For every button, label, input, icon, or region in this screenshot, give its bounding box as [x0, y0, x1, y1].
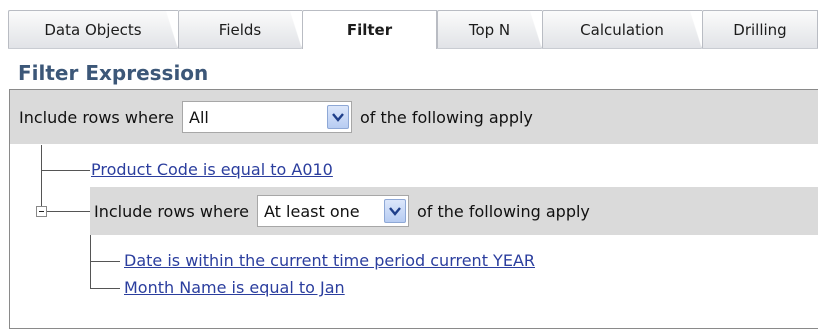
minus-box-icon[interactable] — [36, 206, 47, 217]
tab-top-n[interactable]: Top N — [437, 10, 542, 49]
tree-line — [90, 261, 120, 262]
chevron-down-icon — [384, 199, 406, 223]
root-group-suffix: of the following apply — [360, 107, 533, 127]
tab-drilling[interactable]: Drilling — [702, 10, 818, 48]
condition-link[interactable]: Date is within the current time period c… — [124, 251, 535, 270]
nested-group-prefix: Include rows where — [94, 201, 249, 221]
tree-line — [41, 145, 42, 206]
tab-label: Data Objects — [44, 20, 142, 39]
nested-group-select[interactable]: At least one — [257, 195, 409, 227]
tab-label: Top N — [468, 20, 511, 39]
tree-line — [41, 170, 90, 171]
nested-group-select-value: At least one — [264, 201, 360, 221]
condition-link[interactable]: Product Code is equal to A010 — [91, 160, 333, 179]
root-group-select-value: All — [189, 107, 209, 127]
tab-label: Fields — [218, 20, 262, 39]
tab-label: Calculation — [580, 20, 664, 39]
section-title: Filter Expression — [18, 61, 209, 85]
tab-filter[interactable]: Filter — [302, 10, 437, 49]
root-group-row: Include rows where All of the following … — [10, 90, 818, 144]
nested-group-suffix: of the following apply — [417, 201, 590, 221]
condition-link[interactable]: Month Name is equal to Jan — [124, 278, 345, 297]
tab-label: Drilling — [733, 20, 787, 39]
tab-fields[interactable]: Fields — [178, 10, 302, 49]
tab-strip: Data Objects Fields Filter Top N Calcula… — [8, 10, 818, 49]
tab-label: Filter — [346, 21, 393, 39]
chevron-down-icon — [327, 105, 349, 129]
root-group-select[interactable]: All — [182, 101, 352, 133]
tree-line — [90, 288, 120, 289]
tree-line — [47, 211, 90, 212]
filter-expression-panel: Include rows where All of the following … — [9, 89, 818, 329]
root-group-prefix: Include rows where — [19, 107, 174, 127]
nested-group-row: Include rows where At least one of the f… — [90, 187, 818, 235]
tab-calculation[interactable]: Calculation — [542, 10, 702, 49]
tab-data-objects[interactable]: Data Objects — [8, 10, 178, 49]
